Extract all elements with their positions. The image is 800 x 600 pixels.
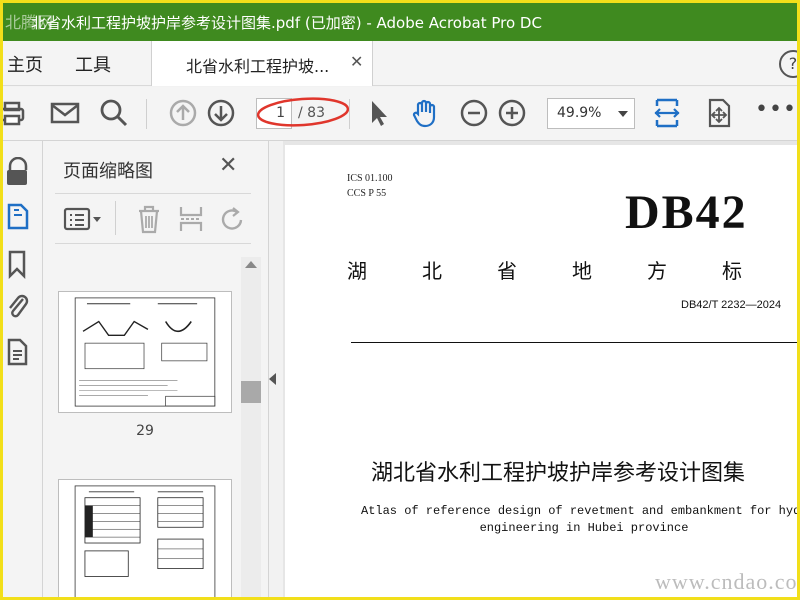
- window-title: 北省水利工程护坡护岸参考设计图集.pdf (已加密) - Adobe Acrob…: [31, 14, 542, 32]
- menu-bar: 主页 工具 北省水利工程护坡... ✕ ?: [3, 41, 797, 86]
- scroll-up-icon[interactable]: [245, 261, 257, 268]
- ics-code: ICS 01.100 CCS P 55: [347, 171, 393, 201]
- standard-type-char: 标: [722, 259, 742, 283]
- title-rule: [351, 342, 797, 343]
- toolbar: 1 / 83 49.9% •••: [3, 87, 797, 141]
- lock-icon[interactable]: [5, 156, 31, 187]
- thumbnail-options-icon[interactable]: [63, 205, 103, 233]
- app-window: 北腾网 北省水利工程护坡护岸参考设计图集.pdf (已加密) - Adobe A…: [0, 0, 800, 600]
- document-view[interactable]: ICS 01.100 CCS P 55 DB42 湖 北 省 地 方 标 准 D…: [283, 141, 800, 597]
- chinese-title: 湖北省水利工程护坡护岸参考设计图集: [371, 461, 746, 486]
- panel-divider: [55, 193, 251, 194]
- title-bar: 北腾网 北省水利工程护坡护岸参考设计图集.pdf (已加密) - Adobe A…: [3, 3, 797, 41]
- full-screen-icon[interactable]: [703, 97, 735, 129]
- english-title-line: engineering in Hubei province: [479, 521, 689, 535]
- tab-document-label: 北省水利工程护坡...: [186, 57, 330, 76]
- english-title-line: Atlas of reference design of revetment a…: [361, 504, 800, 518]
- standard-type-char: 湖: [347, 259, 367, 283]
- email-icon[interactable]: [49, 97, 81, 129]
- navigation-rail: [3, 141, 43, 597]
- zoom-value: 49.9%: [557, 105, 602, 121]
- fit-page-icon[interactable]: [651, 97, 683, 129]
- thumbnail-page[interactable]: [58, 291, 232, 413]
- thumbnail-drawing: [74, 485, 216, 597]
- menu-tools[interactable]: 工具: [75, 51, 111, 77]
- ccs-line: CCS P 55: [347, 188, 387, 199]
- english-title: Atlas of reference design of revetment a…: [349, 503, 800, 537]
- thumbnail-page[interactable]: [58, 479, 232, 597]
- menu-home[interactable]: 主页: [7, 51, 43, 77]
- standard-type-char: 地: [572, 259, 592, 283]
- standard-type: 湖 北 省 地 方 标 准: [347, 255, 797, 284]
- toolbar-divider: [349, 99, 350, 129]
- scrollbar-thumb[interactable]: [241, 381, 261, 403]
- chevron-down-icon: [618, 111, 628, 117]
- pdf-page: ICS 01.100 CCS P 55 DB42 湖 北 省 地 方 标 准 D…: [285, 145, 800, 597]
- bookmark-icon[interactable]: [5, 249, 31, 280]
- more-options-icon[interactable]: •••: [755, 97, 797, 122]
- thumbnails-panel: 页面缩略图 ✕ 29: [43, 141, 269, 597]
- zoom-select[interactable]: 49.9%: [547, 98, 635, 129]
- hand-tool-icon[interactable]: [409, 97, 441, 129]
- document-properties-icon[interactable]: [5, 337, 31, 367]
- thumbnails-scrollbar[interactable]: [241, 257, 261, 597]
- collapse-panel-icon[interactable]: [269, 373, 276, 385]
- help-button[interactable]: ?: [779, 50, 797, 78]
- next-page-icon[interactable]: [205, 97, 237, 129]
- delete-page-icon[interactable]: [135, 203, 163, 235]
- watermark-text: www.cndao.com: [655, 569, 800, 594]
- standard-type-char: 方: [647, 259, 667, 283]
- page-thumbnails-icon[interactable]: [5, 201, 31, 231]
- standard-type-char: 省: [497, 259, 517, 283]
- standard-number: DB42/T 2232—2024: [681, 299, 782, 311]
- search-icon[interactable]: [98, 97, 130, 129]
- annotation-ellipse: [256, 97, 350, 127]
- attachment-icon[interactable]: [5, 291, 31, 321]
- select-pointer-icon[interactable]: [363, 97, 395, 129]
- print-icon[interactable]: [3, 97, 27, 129]
- zoom-out-icon[interactable]: [458, 97, 490, 129]
- standard-type-char: 北: [422, 259, 442, 283]
- panel-close-icon[interactable]: ✕: [219, 153, 237, 178]
- panel-title: 页面缩略图: [63, 161, 153, 182]
- tab-document[interactable]: 北省水利工程护坡... ✕: [151, 41, 373, 86]
- toolbar-divider: [146, 99, 147, 129]
- panel-divider: [115, 201, 116, 235]
- previous-page-icon[interactable]: [167, 97, 199, 129]
- thumbnail-page-number: 29: [136, 423, 154, 439]
- rotate-page-icon[interactable]: [219, 203, 247, 235]
- insert-page-icon[interactable]: [177, 203, 205, 235]
- tab-close-icon[interactable]: ✕: [350, 52, 363, 71]
- zoom-in-icon[interactable]: [496, 97, 528, 129]
- panel-divider: [55, 243, 251, 244]
- thumbnail-drawing: [74, 297, 216, 407]
- standard-code: DB42: [625, 186, 748, 239]
- ics-line: ICS 01.100: [347, 173, 393, 184]
